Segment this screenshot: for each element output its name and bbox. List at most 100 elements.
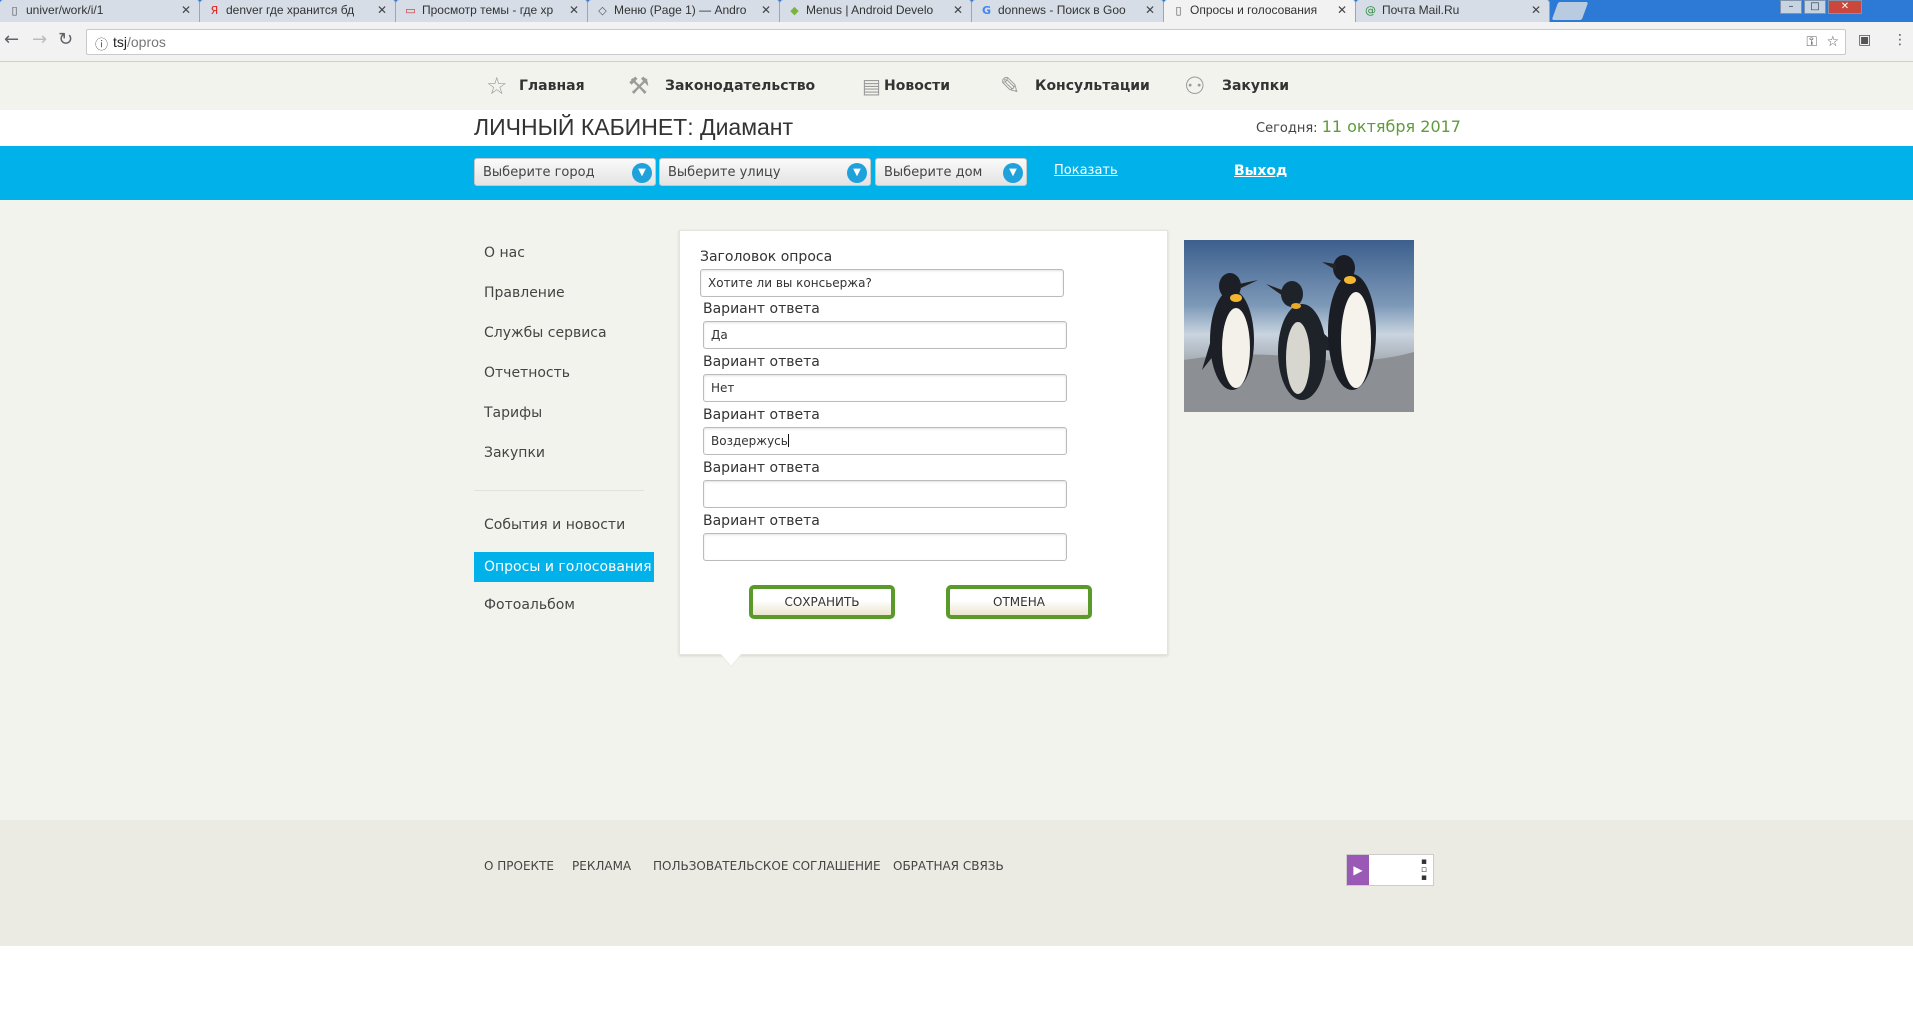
close-icon[interactable]: ✕ [377,3,387,18]
answer-input-4[interactable] [703,480,1067,508]
extension-icon[interactable]: ▣ [1858,32,1871,48]
nav-item-legislation[interactable]: ⚒ Законодательство [628,72,815,100]
tab-title: donnews - Поиск в Goo [998,3,1126,17]
browser-tab[interactable]: @ Почта Mail.Ru ✕ [1356,0,1550,22]
penguins-image [1184,255,1414,412]
sidebar-item-board[interactable]: Правление [474,278,654,308]
mailru-icon: @ [1365,4,1376,17]
house-select-label: Выберите дом [884,165,983,180]
footer-link-about[interactable]: О ПРОЕКТЕ [484,858,554,874]
nav-item-news[interactable]: ▤ Новости [862,72,952,100]
sidebar-item-label: Закупки [484,445,546,461]
yandex-icon: Я [210,4,219,17]
reload-icon[interactable]: ↻ [58,30,73,50]
close-icon[interactable]: ✕ [1145,3,1155,18]
browser-tab[interactable]: ▯ univer/work/i/1 ✕ [0,0,200,22]
close-icon[interactable]: ✕ [761,3,771,18]
street-select[interactable]: Выберите улицу ▼ [659,158,871,186]
info-icon[interactable]: ⓘ [95,34,108,53]
footer-link-agreement[interactable]: ПОЛЬЗОВАТЕЛЬСКОЕ СОГЛАШЕНИЕ [653,858,881,874]
street-select-label: Выберите улицу [668,165,781,180]
city-select-label: Выберите город [483,165,595,180]
sidebar-item-label: Тарифы [484,405,543,421]
chevron-down-icon: ▼ [847,163,867,183]
save-button[interactable]: СОХРАНИТЬ [749,585,895,619]
sidebar-item-reports[interactable]: Отчетность [474,358,654,388]
url-host: tsj [113,34,127,50]
answer-value: Да [711,328,728,342]
answer-input-2[interactable]: Нет [703,374,1067,402]
browser-tab[interactable]: Я denver где хранится бд ✕ [200,0,396,22]
google-icon: G [981,4,992,17]
tab-title: denver где хранится бд [226,3,355,17]
answer-input-1[interactable]: Да [703,321,1067,349]
house-select[interactable]: Выберите дом ▼ [875,158,1027,186]
answer-input-3[interactable]: Воздержусь [703,427,1067,455]
nav-label: Главная [519,78,585,94]
browser-tab[interactable]: ▭ Просмотр темы - где хр ✕ [396,0,588,22]
window-close-button[interactable]: ✕ [1828,0,1862,14]
gavel-icon: ⚒ [628,72,650,100]
address-bar: ← → ↻ ⓘ tsj/opros ⚿ ☆ ▣ ⋮ [0,22,1913,62]
sidebar-item-label: Службы сервиса [484,325,607,341]
url-input[interactable]: ⓘ tsj/opros ⚿ ☆ [86,29,1846,55]
footer-link-feedback[interactable]: ОБРАТНАЯ СВЯЗЬ [893,858,1004,874]
forum-icon: ▭ [405,4,416,17]
sidebar-item-tariffs[interactable]: Тарифы [474,398,654,428]
sidebar-item-services[interactable]: Службы сервиса [474,318,654,348]
sidebar-item-events[interactable]: События и новости [474,510,654,540]
minimize-button[interactable]: – [1780,0,1802,14]
sidebar-item-purchases[interactable]: Закупки [474,438,654,468]
sidebar-item-label: О нас [484,245,525,261]
sidebar-item-label: Правление [484,285,565,301]
chevron-down-icon: ▼ [1003,163,1023,183]
answer-input-5[interactable] [703,533,1067,561]
close-icon[interactable]: ✕ [569,3,579,18]
tab-title: univer/work/i/1 [26,3,104,17]
poll-title-label: Заголовок опроса [700,249,833,265]
answer-label: Вариант ответа [703,301,820,317]
sidebar-item-photoalbum[interactable]: Фотоальбом [474,590,654,620]
answer-value: Воздержусь [711,434,788,448]
bookmark-star-icon[interactable]: ☆ [1826,34,1839,50]
nav-item-home[interactable]: ☆ Главная [486,72,596,100]
tab-title: Menus | Android Develo [806,3,934,17]
star-icon: ☆ [486,72,508,100]
today-date: Сегодня: 11 октября 2017 [1256,118,1461,138]
android-icon: ◇ [598,4,607,17]
browser-tab-active[interactable]: ▯ Опросы и голосования ✕ [1164,0,1356,22]
back-arrow-icon[interactable]: ← [4,30,19,50]
close-icon[interactable]: ✕ [181,3,191,18]
nav-item-purchases[interactable]: ⚇ Закупки [1184,72,1294,100]
nav-item-consultations[interactable]: ✎ Консультации [1000,72,1150,100]
maximize-button[interactable]: □ [1804,0,1826,14]
card-speech-tail [721,654,741,666]
browser-tab[interactable]: ◇ Меню (Page 1) — Andro ✕ [588,0,780,22]
sidebar-item-polls[interactable]: Опросы и голосования [474,552,654,582]
key-icon[interactable]: ⚿ [1806,34,1817,50]
new-tab-button[interactable] [1551,2,1589,20]
page-title: ЛИЧНЫЙ КАБИНЕТ: Диамант [474,114,794,140]
close-icon[interactable]: ✕ [953,3,963,18]
visitor-counter[interactable]: ▶ ▪ ▫ ▪ [1346,854,1434,886]
menu-dots-icon[interactable]: ⋮ [1893,32,1907,48]
browser-tab[interactable]: ◆ Menus | Android Develo ✕ [780,0,972,22]
cancel-button[interactable]: ОТМЕНА [946,585,1092,619]
forward-arrow-icon[interactable]: → [32,30,47,50]
answer-label: Вариант ответа [703,407,820,423]
chat-bubble-icon: ✎ [1000,72,1021,100]
browser-tab[interactable]: G donnews - Поиск в Goo ✕ [972,0,1164,22]
close-icon[interactable]: ✕ [1531,3,1541,18]
poll-title-input[interactable]: Хотите ли вы консьержа? [700,269,1064,297]
footer-link-ads[interactable]: РЕКЛАМА [572,858,631,874]
browser-tab-strip: ▯ univer/work/i/1 ✕ Я denver где хранитс… [0,0,1913,22]
filter-bar: Выберите город ▼ Выберите улицу ▼ Выбери… [0,146,1913,200]
show-link[interactable]: Показать [1054,163,1118,179]
sidebar-item-about[interactable]: О нас [474,238,654,268]
close-icon[interactable]: ✕ [1337,3,1347,18]
logout-link[interactable]: Выход [1234,163,1287,179]
document-icon: ▯ [11,4,18,17]
sidebar-item-label: Опросы и голосования [484,559,652,575]
city-select[interactable]: Выберите город ▼ [474,158,656,186]
page: ☆ Главная ⚒ Законодательство ▤ Новости ✎… [0,62,1913,946]
